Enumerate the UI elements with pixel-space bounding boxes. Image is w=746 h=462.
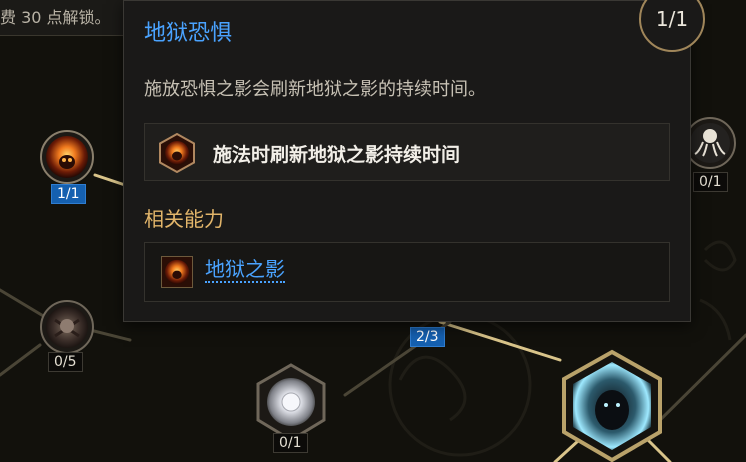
fire-skull-icon [161,256,193,288]
tooltip-description: 施放恐惧之影会刷新地狱之影的持续时间。 [144,79,486,100]
node-count-badge: 1/1 [51,184,86,204]
node-count-badge: 0/5 [48,352,83,372]
related-skill-link[interactable]: 地狱之影 [205,257,285,283]
ghost-node-icon[interactable] [684,117,736,169]
skill-tooltip: 地狱恐惧 1/1 施放恐惧之影会刷新地狱之影的持续时间。 施法时刷新地狱之影持续… [123,0,705,322]
frost-hex-node-icon[interactable] [562,349,662,462]
tooltip-title: 地狱恐惧 [144,21,233,46]
node-count-badge: 2/3 [410,327,445,347]
skull-spikes-node-icon[interactable] [40,300,94,354]
related-abilities-heading: 相关能力 [144,207,224,231]
unlock-hint-text: 费 30 点解锁。 [0,8,111,27]
related-skill-row: 地狱之影 [144,242,670,302]
fire-skull-node-icon[interactable] [40,130,94,184]
orb-node-icon[interactable] [256,363,326,442]
modifier-label: 施法时刷新地狱之影持续时间 [213,144,461,166]
fire-skull-icon [159,133,195,173]
node-count-badge: 0/1 [273,433,308,453]
modifier-row: 施法时刷新地狱之影持续时间 [144,123,670,181]
node-count-badge: 0/1 [693,172,728,192]
